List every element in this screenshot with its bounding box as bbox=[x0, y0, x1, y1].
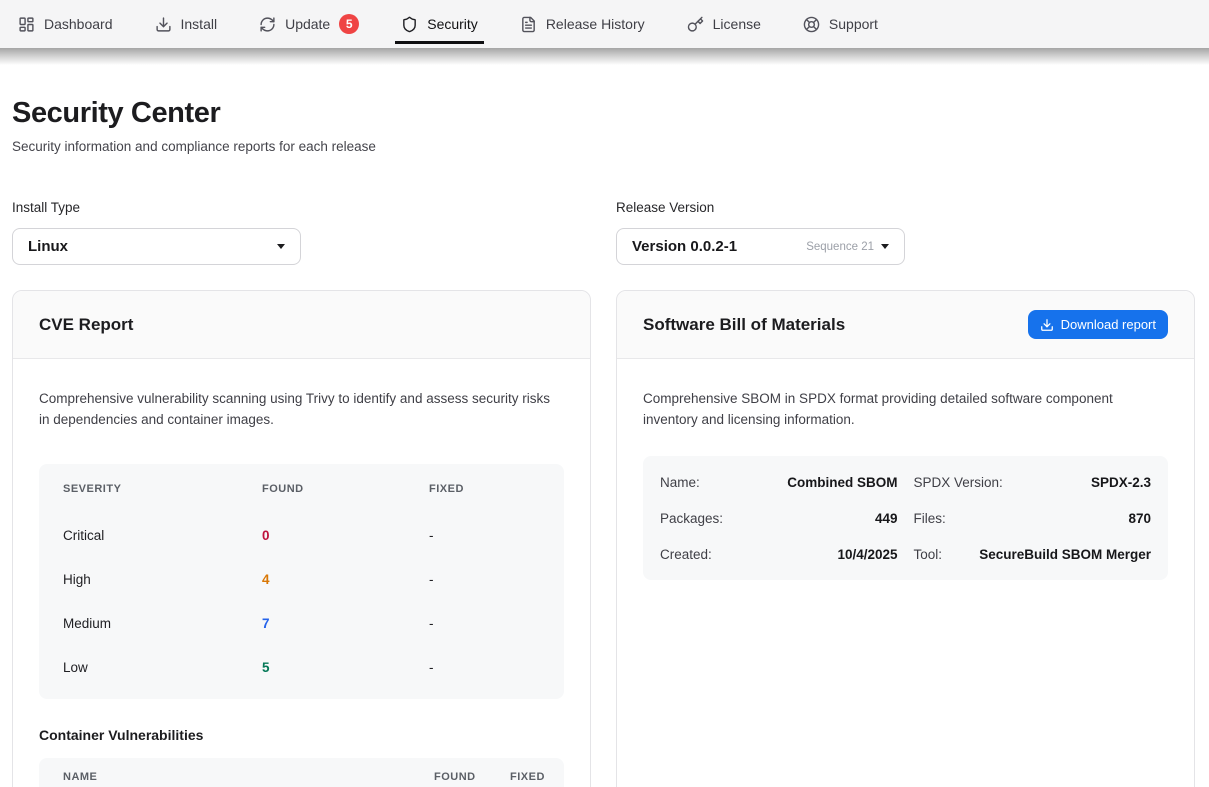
sbom-info-spdx-version: SPDX Version: SPDX-2.3 bbox=[914, 464, 1152, 500]
table-row-critical: Critical 0 - bbox=[63, 513, 540, 557]
sbom-info-packages: Packages: 449 bbox=[660, 500, 898, 536]
cve-report-header: CVE Report bbox=[13, 291, 590, 359]
col-header-found: FOUND bbox=[434, 771, 510, 783]
col-header-name: NAME bbox=[63, 771, 434, 783]
download-report-button[interactable]: Download report bbox=[1028, 310, 1168, 339]
release-version-select[interactable]: Version 0.0.2-1 Sequence 21 bbox=[616, 228, 905, 265]
file-text-icon bbox=[520, 16, 537, 33]
severity-name: Low bbox=[63, 660, 262, 675]
info-label: Name: bbox=[660, 475, 700, 490]
cve-report-description: Comprehensive vulnerability scanning usi… bbox=[39, 388, 564, 430]
sequence-label: Sequence 21 bbox=[806, 241, 874, 253]
release-version-label: Release Version bbox=[616, 200, 1195, 215]
severity-name: Critical bbox=[63, 528, 262, 543]
sbom-body: Comprehensive SBOM in SPDX format provid… bbox=[617, 359, 1194, 609]
table-row-high: High 4 - bbox=[63, 557, 540, 601]
nav-tab-label: Support bbox=[829, 16, 878, 32]
found-count: 0 bbox=[262, 528, 429, 543]
col-header-fixed: FIXED bbox=[510, 771, 554, 783]
install-type-select[interactable]: Linux bbox=[12, 228, 301, 265]
download-report-label: Download report bbox=[1061, 317, 1156, 332]
install-type-value: Linux bbox=[28, 238, 68, 255]
found-count: 4 bbox=[262, 572, 429, 587]
nav-tab-label: Update bbox=[285, 16, 330, 32]
info-value: 870 bbox=[1128, 511, 1151, 526]
nav-tab-dashboard[interactable]: Dashboard bbox=[18, 0, 113, 48]
chevron-down-icon bbox=[277, 244, 285, 249]
info-label: Packages: bbox=[660, 511, 723, 526]
refresh-icon bbox=[259, 16, 276, 33]
release-version-filter: Release Version Version 0.0.2-1 Sequence… bbox=[616, 200, 1195, 265]
install-type-label: Install Type bbox=[12, 200, 591, 215]
nav-tab-license[interactable]: License bbox=[687, 0, 761, 48]
page-subtitle: Security information and compliance repo… bbox=[12, 139, 1195, 154]
fixed-count: - bbox=[429, 616, 540, 631]
shield-icon bbox=[401, 16, 418, 33]
fixed-count: - bbox=[429, 660, 540, 675]
lifebuoy-icon bbox=[803, 16, 820, 33]
table-row-medium: Medium 7 - bbox=[63, 601, 540, 645]
info-label: SPDX Version: bbox=[914, 475, 1003, 490]
sbom-info-name: Name: Combined SBOM bbox=[660, 464, 898, 500]
cve-report-body: Comprehensive vulnerability scanning usi… bbox=[13, 359, 590, 787]
sbom-info-files: Files: 870 bbox=[914, 500, 1152, 536]
severity-table-header: SEVERITY FOUND FIXED bbox=[63, 464, 540, 513]
found-count: 7 bbox=[262, 616, 429, 631]
severity-name: Medium bbox=[63, 616, 262, 631]
filters-row: Install Type Linux Release Version Versi… bbox=[12, 200, 1195, 265]
table-row-low: Low 5 - bbox=[63, 645, 540, 689]
sbom-title: Software Bill of Materials bbox=[643, 315, 845, 335]
sbom-description: Comprehensive SBOM in SPDX format provid… bbox=[643, 388, 1168, 430]
top-nav: Dashboard Install Update 5 Security Rele… bbox=[0, 0, 1209, 48]
chevron-down-icon bbox=[881, 244, 889, 249]
nav-tab-label: Install bbox=[181, 16, 218, 32]
nav-tab-label: Security bbox=[427, 16, 478, 32]
col-header-severity: SEVERITY bbox=[63, 483, 262, 495]
nav-tab-support[interactable]: Support bbox=[803, 0, 878, 48]
fixed-count: - bbox=[429, 572, 540, 587]
found-count: 5 bbox=[262, 660, 429, 675]
info-value: SecureBuild SBOM Merger bbox=[979, 547, 1151, 562]
cve-report-card: CVE Report Comprehensive vulnerability s… bbox=[12, 290, 591, 787]
release-version-value: Version 0.0.2-1 bbox=[632, 238, 737, 255]
nav-shadow-divider bbox=[0, 48, 1209, 65]
nav-tab-security[interactable]: Security bbox=[401, 0, 478, 48]
severity-table: SEVERITY FOUND FIXED Critical 0 - High 4… bbox=[39, 464, 564, 699]
dashboard-icon bbox=[18, 16, 35, 33]
page-title: Security Center bbox=[12, 96, 1195, 130]
sbom-header: Software Bill of Materials Download repo… bbox=[617, 291, 1194, 359]
fixed-count: - bbox=[429, 528, 540, 543]
download-icon bbox=[1040, 318, 1054, 332]
download-icon bbox=[155, 16, 172, 33]
info-value: 449 bbox=[875, 511, 898, 526]
nav-tab-install[interactable]: Install bbox=[155, 0, 218, 48]
info-label: Tool: bbox=[914, 547, 943, 562]
cards-row: CVE Report Comprehensive vulnerability s… bbox=[12, 290, 1195, 787]
container-vulnerabilities-title: Container Vulnerabilities bbox=[39, 727, 564, 743]
nav-tab-label: Release History bbox=[546, 16, 645, 32]
info-value: SPDX-2.3 bbox=[1091, 475, 1151, 490]
severity-name: High bbox=[63, 572, 262, 587]
sbom-info-tool: Tool: SecureBuild SBOM Merger bbox=[914, 536, 1152, 572]
nav-tab-label: License bbox=[713, 16, 761, 32]
nav-tab-release-history[interactable]: Release History bbox=[520, 0, 645, 48]
info-label: Created: bbox=[660, 547, 712, 562]
info-label: Files: bbox=[914, 511, 946, 526]
container-vulnerabilities-table-header: NAME FOUND FIXED bbox=[39, 758, 564, 787]
sbom-card: Software Bill of Materials Download repo… bbox=[616, 290, 1195, 787]
sbom-info-created: Created: 10/4/2025 bbox=[660, 536, 898, 572]
info-value: 10/4/2025 bbox=[837, 547, 897, 562]
sbom-info-grid: Name: Combined SBOM SPDX Version: SPDX-2… bbox=[643, 456, 1168, 580]
update-count-badge: 5 bbox=[339, 14, 359, 34]
col-header-fixed: FIXED bbox=[429, 483, 540, 495]
col-header-found: FOUND bbox=[262, 483, 429, 495]
nav-tab-update[interactable]: Update 5 bbox=[259, 0, 359, 48]
key-icon bbox=[687, 16, 704, 33]
main-content: Security Center Security information and… bbox=[0, 96, 1209, 787]
cve-report-title: CVE Report bbox=[39, 315, 133, 335]
install-type-filter: Install Type Linux bbox=[12, 200, 591, 265]
info-value: Combined SBOM bbox=[787, 475, 897, 490]
nav-tab-label: Dashboard bbox=[44, 16, 113, 32]
